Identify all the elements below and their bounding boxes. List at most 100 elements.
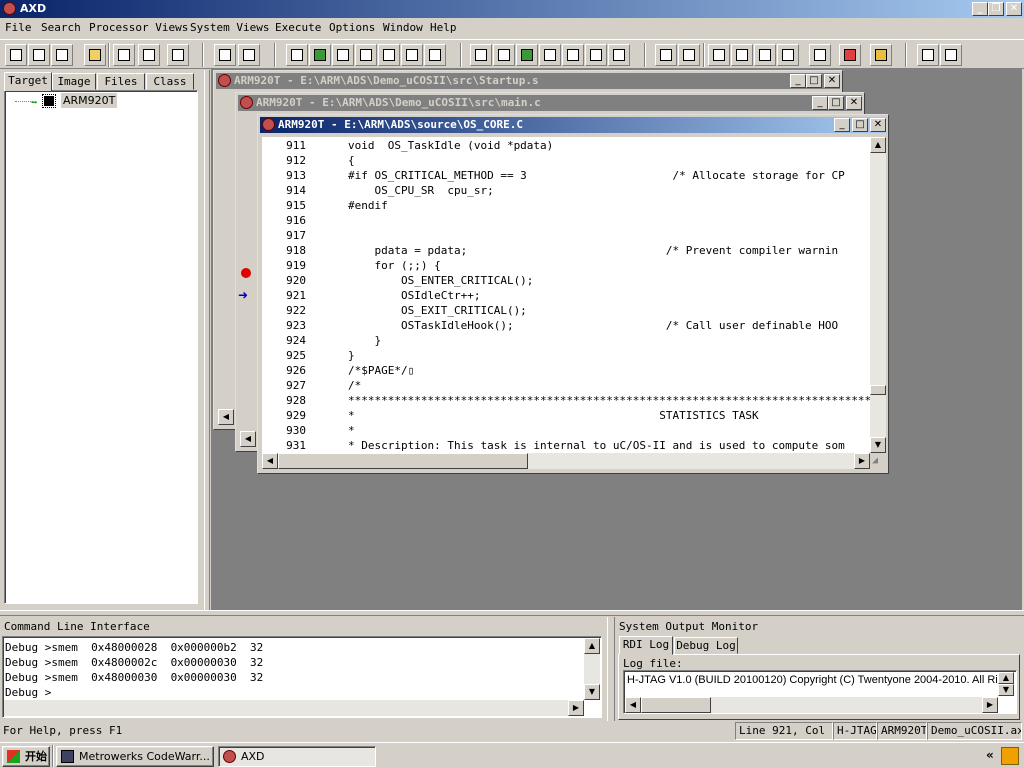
console-view-icon[interactable] [608,44,630,66]
main-window-title: ARM920T - E:\ARM\ADS\Demo_uCOSII\src\mai… [238,95,862,111]
tab-debug-log[interactable]: Debug Log [674,637,738,654]
panel-splitter[interactable] [204,70,210,610]
main-scroll-left-button[interactable]: ◀ [240,431,256,447]
run-to-cursor-icon[interactable] [777,44,799,66]
startup-close-button[interactable]: ✕ [824,74,840,88]
code-horizontal-scrollbar[interactable]: ◀ ▶ [262,453,870,469]
startup-maximize-button[interactable]: □ [806,74,822,88]
taskbar-axd[interactable]: AXD [218,746,376,767]
menu-search[interactable]: Search [41,21,81,34]
rdi-log-output[interactable]: H-JTAG V1.0 (BUILD 20100120) Copyright (… [623,670,1017,714]
reload-icon[interactable] [51,44,73,66]
code-scroll-down-button[interactable]: ▼ [870,437,886,453]
target-settings-icon[interactable] [5,44,27,66]
tab-class[interactable]: Class [146,73,194,90]
registers-view-icon[interactable] [286,44,308,66]
step-out-icon[interactable] [754,44,776,66]
toggle-breakpoint-icon[interactable] [809,44,831,66]
find-icon[interactable] [214,44,236,66]
step-in-icon[interactable] [708,44,730,66]
code-vertical-scroll-thumb[interactable] [870,385,886,395]
watch-view-icon[interactable] [309,44,331,66]
cli-output[interactable]: Debug >smem 0x48000028 0x000000b2 32 Deb… [2,636,602,718]
source-code-view[interactable]: 911 void OS_TaskIdle (void *pdata) 912{ 9… [262,137,870,453]
toggle-watchpoint-icon[interactable] [839,44,861,66]
os-core-close-button[interactable]: ✕ [870,118,886,132]
stop-icon[interactable] [678,44,700,66]
cli-horizontal-scrollbar[interactable]: ▶ [4,700,584,716]
code-scroll-up-button[interactable]: ▲ [870,137,886,153]
function-view-icon[interactable] [493,44,515,66]
disassembly-view-icon[interactable] [401,44,423,66]
log-scroll-down-button[interactable]: ▼ [998,684,1014,696]
image-view-icon[interactable] [539,44,561,66]
code-line: 915 #endif [286,199,388,212]
tray-expand-icon[interactable]: « [986,748,994,762]
main-maximize-button[interactable]: □ [828,96,844,110]
breakpoint-icon[interactable] [241,268,251,278]
app-minimize-button[interactable]: _ [972,2,988,16]
source-view-icon[interactable] [470,44,492,66]
tree-item-arm920t[interactable]: ARM920T [61,93,118,108]
os-core-source-window[interactable]: ARM920T - E:\ARM\ADS\source\OS_CORE.C _ … [238,114,889,474]
code-vertical-scrollbar[interactable]: ▲ ▼ [870,137,886,453]
code-horizontal-scroll-thumb[interactable] [278,453,528,469]
cli-scroll-right-button[interactable]: ▶ [568,700,584,716]
main-close-button[interactable]: ✕ [846,96,862,110]
output-view-icon[interactable] [585,44,607,66]
copy-icon[interactable] [138,44,160,66]
tab-image[interactable]: Image [52,73,96,90]
app-restore-button[interactable]: ❐ [988,2,1004,16]
menu-processor-views[interactable]: Processor Views [89,21,188,34]
main-minimize-button[interactable]: _ [812,96,828,110]
menu-window[interactable]: Window [383,21,423,34]
log-horizontal-scrollbar[interactable]: ◀ ▶ [625,697,998,713]
tab-files[interactable]: Files [97,73,145,90]
variables-view-icon[interactable] [332,44,354,66]
log-scroll-right-button[interactable]: ▶ [982,697,998,713]
code-scroll-right-button[interactable]: ▶ [854,453,870,469]
log-horizontal-scroll-thumb[interactable] [641,697,711,713]
startup-minimize-button[interactable]: _ [790,74,806,88]
cli-scroll-up-button[interactable]: ▲ [584,638,600,654]
startup-scroll-left-button[interactable]: ◀ [218,409,234,425]
menu-file[interactable]: File [5,21,32,34]
log-scroll-up-button[interactable]: ▲ [998,672,1014,684]
help-icon[interactable] [917,44,939,66]
find-next-icon[interactable] [238,44,260,66]
rdi-log-text: H-JTAG V1.0 (BUILD 20100120) Copyright (… [627,674,997,686]
hourglass-icon[interactable] [870,44,892,66]
context-help-icon[interactable] [940,44,962,66]
backtrace-view-icon[interactable] [355,44,377,66]
app-close-button[interactable]: ✕ [1006,2,1022,16]
load-image-icon[interactable] [28,44,50,66]
step-icon[interactable] [731,44,753,66]
cut-icon[interactable] [113,44,135,66]
tab-target[interactable]: Target [4,72,52,91]
open-folder-icon[interactable] [84,44,106,66]
menu-execute[interactable]: Execute [275,21,321,34]
os-core-minimize-button[interactable]: _ [834,118,850,132]
memory-view-icon[interactable] [378,44,400,66]
cli-view-icon[interactable] [562,44,584,66]
code-scroll-left-button[interactable]: ◀ [262,453,278,469]
run-icon[interactable] [655,44,677,66]
cli-vertical-scrollbar[interactable]: ▲ ▼ [584,638,600,700]
menu-help[interactable]: Help [430,21,457,34]
tab-rdi-log[interactable]: RDI Log [619,636,673,655]
h-jtag-tray-icon[interactable] [1001,747,1019,765]
os-core-maximize-button[interactable]: □ [852,118,868,132]
low-level-symbols-icon[interactable] [516,44,538,66]
resize-grip-icon[interactable]: ◢ [872,455,878,466]
bottom-pane-splitter[interactable] [607,617,615,721]
paste-icon[interactable] [167,44,189,66]
menu-system-views[interactable]: System Views [190,21,269,34]
cli-scroll-down-button[interactable]: ▼ [584,684,600,700]
inspect-icon[interactable] [424,44,446,66]
status-help-text: For Help, press F1 [3,724,123,737]
start-button[interactable]: 开始 [2,746,50,767]
menu-options[interactable]: Options [329,21,375,34]
horizontal-splitter[interactable] [0,610,1024,616]
taskbar-codewarrior[interactable]: Metrowerks CodeWarr... [56,746,214,767]
log-scroll-left-button[interactable]: ◀ [625,697,641,713]
